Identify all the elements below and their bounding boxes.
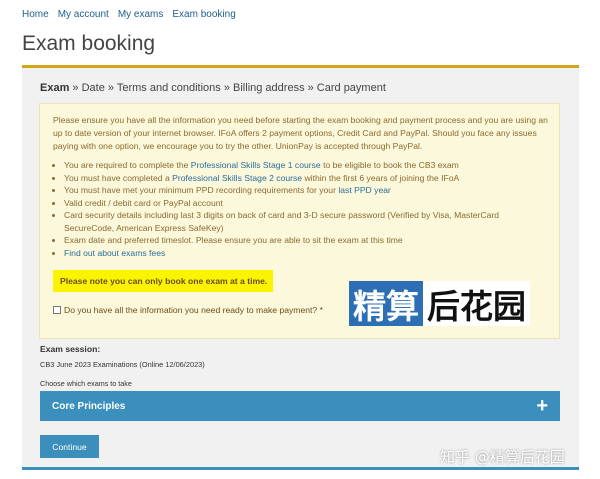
req3-text-a: You must have met your minimum PPD recor… [64,185,339,195]
watermark-blue-text: 精算 [349,281,423,326]
confirm-info-checkbox-row[interactable]: Do you have all the information you need… [53,305,323,315]
nav-my-exams-link[interactable]: My exams [118,9,164,20]
page-title: Exam booking [22,32,156,55]
watermark-logo: 精算 后花园 [349,281,530,326]
watermark-white-text: 后花园 [423,281,530,326]
stage1-course-link[interactable]: Professional Skills Stage 1 course [191,160,321,170]
list-item: You are required to complete the Profess… [64,159,534,172]
exam-session-label: Exam session: [40,344,101,354]
req2-text-a: You must have completed a [64,172,173,183]
list-item: Valid credit / debit card or PayPal acco… [64,197,534,210]
req2-text-b: within the first 6 years of joining the … [302,172,460,183]
booking-steps: Exam » Date » Terms and conditions » Bil… [40,82,386,94]
confirm-label: Do you have all the information you need… [64,305,323,315]
info-intro: Please ensure you have all the informati… [53,115,548,151]
ppd-year-link[interactable]: last PPD year [338,185,391,195]
exam-session-value: CB3 June 2023 Examinations (Online 12/06… [40,360,205,369]
breadcrumb: Home My account My exams Exam booking [22,9,236,20]
req1-text-a: You are required to complete the [64,160,191,170]
accordion-label: Core Principles [52,400,126,412]
booking-card: Exam » Date » Terms and conditions » Bil… [22,65,579,470]
list-item: Find out about exams fees [64,247,534,260]
list-item: You must have completed a Professional S… [64,172,534,185]
info-panel: Please ensure you have all the informati… [39,103,560,339]
req1-text-b: to be eligible to book the CB3 exam [320,160,459,170]
exam-fees-link[interactable]: Find out about exams fees [64,248,165,258]
list-item: You must have met your minimum PPD recor… [64,184,534,197]
plus-icon[interactable]: + [536,396,548,416]
confirm-checkbox[interactable] [53,306,61,314]
list-item: Card security details including last 3 d… [64,209,534,234]
choose-exams-label: Choose which exams to take [40,379,132,388]
stage2-course-link[interactable]: Professional Skills Stage 2 course [172,173,302,183]
zhihu-watermark: 知乎 @精算后花园 [440,448,565,466]
continue-button[interactable]: Continue [40,435,99,458]
list-item: Exam date and preferred timeslot. Please… [64,234,534,247]
one-exam-note: Please note you can only book one exam a… [53,270,273,292]
nav-exam-booking-link[interactable]: Exam booking [172,9,235,20]
step-current: Exam [40,82,70,94]
core-principles-accordion[interactable]: Core Principles + [40,391,560,421]
step-rest: » Date » Terms and conditions » Billing … [69,82,386,94]
nav-my-account-link[interactable]: My account [58,9,109,20]
nav-home-link[interactable]: Home [22,9,49,20]
requirements-list: You are required to complete the Profess… [64,159,534,259]
